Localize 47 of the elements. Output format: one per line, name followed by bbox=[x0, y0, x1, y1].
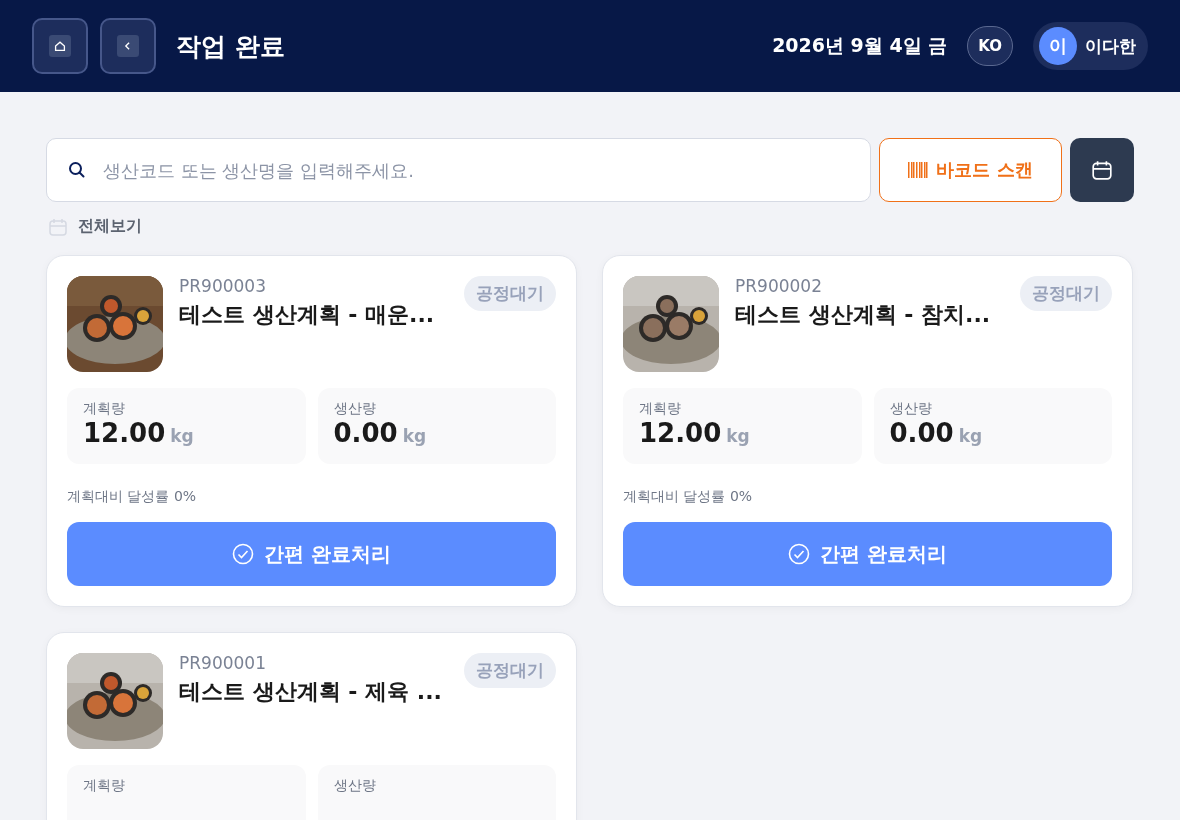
search-icon bbox=[68, 161, 86, 179]
user-name: 이다한 bbox=[1085, 34, 1136, 58]
view-all-link[interactable]: 전체보기 bbox=[78, 216, 142, 237]
language-button[interactable]: KO bbox=[967, 26, 1013, 66]
production-code: PR900001 bbox=[179, 653, 267, 673]
date-text: 2026년 9월 4일 금 bbox=[772, 33, 948, 58]
calendar-icon bbox=[1091, 159, 1113, 181]
stat-value: 12.00 bbox=[639, 418, 722, 448]
check-circle-icon bbox=[232, 543, 254, 565]
back-icon bbox=[117, 35, 139, 57]
barcode-scan-button[interactable]: 바코드 스캔 bbox=[879, 138, 1062, 202]
progress-text: 계획대비 달성률 0% bbox=[67, 488, 198, 506]
production-title: 테스트 생산계획 - 매운... bbox=[179, 301, 436, 329]
user-avatar: 이 bbox=[1039, 27, 1077, 65]
complete-button[interactable]: 간편 완료처리 bbox=[623, 522, 1112, 586]
stat-label: 생산량 bbox=[333, 400, 377, 418]
stat-label: 생산량 bbox=[889, 400, 933, 418]
check-circle-icon bbox=[788, 543, 810, 565]
stat-value: 0.00 bbox=[333, 418, 398, 448]
production-code: PR900003 bbox=[179, 276, 267, 296]
stat-label: 계획량 bbox=[83, 777, 126, 795]
complete-button[interactable]: 간편 완료처리 bbox=[67, 522, 556, 586]
stat-unit: kg bbox=[726, 426, 750, 446]
stat-unit: kg bbox=[170, 426, 194, 446]
stat-unit: kg bbox=[958, 426, 983, 446]
home-icon bbox=[49, 35, 71, 57]
page-title: 작업 완료 bbox=[176, 30, 285, 63]
calendar-button[interactable] bbox=[1070, 138, 1134, 202]
status-badge: 공정대기 bbox=[464, 276, 556, 311]
home-button[interactable] bbox=[32, 18, 88, 74]
stat-value: 0.00 bbox=[889, 418, 954, 448]
stat-label: 계획량 bbox=[83, 400, 126, 418]
production-title: 테스트 생산계획 - 참치... bbox=[735, 301, 992, 329]
search-field[interactable]: 생산코드 또는 생산명을 입력해주세요. bbox=[46, 138, 871, 202]
user-chip[interactable]: 이 이다한 bbox=[1033, 22, 1148, 70]
back-button[interactable] bbox=[100, 18, 156, 74]
barcode-icon bbox=[908, 162, 929, 178]
stat-unit: kg bbox=[402, 426, 427, 446]
progress-text: 계획대비 달성률 0% bbox=[623, 488, 754, 506]
production-code: PR900002 bbox=[735, 276, 823, 296]
stat-label: 생산량 bbox=[333, 777, 377, 795]
stat-value: 12.00 bbox=[83, 418, 166, 448]
status-badge: 공정대기 bbox=[464, 653, 556, 688]
calendar-icon bbox=[48, 216, 68, 237]
production-title: 테스트 생산계획 - 제육 ... bbox=[179, 678, 443, 706]
status-badge: 공정대기 bbox=[1020, 276, 1112, 311]
stat-label: 계획량 bbox=[639, 400, 682, 418]
